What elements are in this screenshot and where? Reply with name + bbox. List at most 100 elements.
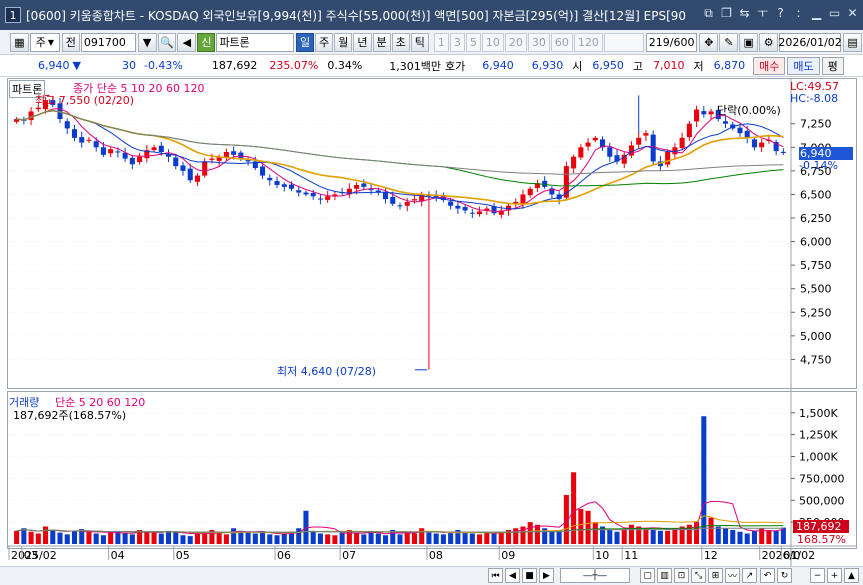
x-tick-label: 11 bbox=[624, 549, 638, 562]
calendar-icon[interactable]: ▤ bbox=[843, 32, 862, 52]
volume-bar bbox=[621, 529, 627, 544]
cross-tool-icon[interactable]: ✥ bbox=[699, 32, 719, 52]
eval-button[interactable]: 평 bbox=[821, 56, 844, 75]
pin-icon[interactable]: ㅜ bbox=[756, 6, 769, 21]
stock-code-input[interactable]: 091700 bbox=[80, 32, 136, 52]
volume-bar bbox=[296, 528, 302, 544]
volume-tick-label: 1,000K bbox=[799, 451, 838, 464]
interval-5[interactable]: 5 bbox=[465, 32, 481, 52]
tab-month[interactable]: 월 bbox=[334, 32, 353, 52]
interval-3[interactable]: 3 bbox=[449, 32, 465, 52]
price-tick-label: 7,250 bbox=[800, 118, 832, 131]
stop-button[interactable]: ■ bbox=[522, 568, 537, 583]
scroll-next-button[interactable]: ▶ bbox=[539, 568, 554, 583]
tab-year[interactable]: 년 bbox=[353, 32, 372, 52]
minimize-icon[interactable]: ▁ bbox=[810, 6, 823, 21]
low-price: 6,870 bbox=[713, 59, 746, 72]
volume-bar bbox=[491, 533, 497, 544]
x-tick-label: 03 bbox=[24, 549, 38, 562]
tab-day[interactable]: 일 bbox=[296, 32, 315, 52]
zoom-in-button[interactable]: + bbox=[827, 568, 842, 583]
period-select[interactable]: 주 ▼ bbox=[29, 32, 60, 52]
count-field[interactable]: 219/600 bbox=[645, 32, 698, 52]
help-icon[interactable]: ? bbox=[774, 6, 787, 21]
candle-body bbox=[679, 137, 685, 149]
close-icon[interactable]: ✕ bbox=[846, 6, 859, 21]
candle-body bbox=[759, 142, 765, 148]
x-tick-label: 09 bbox=[501, 549, 515, 562]
candle-body bbox=[397, 205, 403, 207]
tab-week[interactable]: 주 bbox=[315, 32, 334, 52]
trend-icon[interactable]: 〰 bbox=[725, 568, 740, 583]
volume-bar bbox=[122, 533, 128, 544]
search-icon[interactable]: 🔍 bbox=[157, 32, 177, 52]
volume-bar bbox=[643, 528, 649, 544]
volume-last-pct: 168.57% bbox=[797, 533, 846, 546]
compare-icon[interactable]: ⊡ bbox=[674, 568, 689, 583]
new-window-icon[interactable]: ❐ bbox=[720, 6, 733, 21]
speaker-icon[interactable]: ◀ bbox=[177, 32, 197, 52]
tab-tick[interactable]: 틱 bbox=[410, 32, 429, 52]
restore-icon[interactable]: ▭ bbox=[828, 6, 841, 21]
candle-body bbox=[317, 198, 323, 200]
x-tick-label: 10 bbox=[595, 549, 609, 562]
interval-20[interactable]: 20 bbox=[504, 32, 527, 52]
volume-last-label: 187,692 bbox=[793, 520, 849, 533]
date-field[interactable]: 2026/01/02 bbox=[778, 32, 842, 52]
zoom-slider[interactable]: ―┼― bbox=[560, 568, 630, 583]
zoom-out-button[interactable]: − bbox=[810, 568, 825, 583]
volume-bar bbox=[339, 532, 345, 544]
zoom-fit-icon[interactable]: ▢ bbox=[640, 568, 655, 583]
interval-input[interactable] bbox=[603, 32, 644, 52]
save-icon[interactable]: ▣ bbox=[739, 32, 759, 52]
indicator-icon[interactable]: ↗ bbox=[742, 568, 757, 583]
interval-1[interactable]: 1 bbox=[433, 32, 449, 52]
volume-bar bbox=[158, 533, 164, 544]
buy-button[interactable]: 매수 bbox=[753, 56, 786, 75]
candle-body bbox=[108, 149, 114, 154]
candle-body bbox=[708, 111, 714, 115]
candle-body bbox=[64, 121, 70, 129]
interval-30[interactable]: 30 bbox=[527, 32, 550, 52]
candle-body bbox=[173, 157, 179, 167]
candle-body bbox=[571, 156, 577, 169]
volume-bar bbox=[592, 522, 598, 544]
volume-bar bbox=[737, 531, 743, 544]
candle-body bbox=[751, 139, 757, 148]
tab-second[interactable]: 초 bbox=[391, 32, 410, 52]
gear-icon[interactable]: ⚙ bbox=[759, 32, 779, 52]
candle-body bbox=[469, 212, 475, 214]
x-tick-label: 05 bbox=[176, 549, 190, 562]
volume-bar bbox=[614, 531, 620, 544]
title-bar: 1 [0600] 키움종합차트 - KOSDAQ 외국인보유[9,994(천)]… bbox=[0, 0, 863, 30]
tab-minute[interactable]: 분 bbox=[372, 32, 391, 52]
undo-icon[interactable]: ↶ bbox=[760, 568, 775, 583]
sell-button[interactable]: 매도 bbox=[787, 56, 820, 75]
screen-copy-icon[interactable]: ⧉ bbox=[702, 6, 715, 21]
chart-svg[interactable]: 7,2507,0006,7506,5006,2506,0005,7505,500… bbox=[7, 78, 857, 568]
interval-60[interactable]: 60 bbox=[550, 32, 573, 52]
expand-icon[interactable]: ⤡ bbox=[691, 568, 706, 583]
candle-body bbox=[79, 137, 85, 143]
interval-120[interactable]: 120 bbox=[573, 32, 603, 52]
candle-body bbox=[325, 196, 331, 200]
reset-icon[interactable]: ↻ bbox=[777, 568, 792, 583]
layout-icon[interactable]: ▦ bbox=[10, 32, 29, 52]
drawing-tool-icon[interactable]: ✎ bbox=[719, 32, 739, 52]
link-icon[interactable]: ⇆ bbox=[738, 6, 751, 21]
scroll-first-button[interactable]: ⏮ bbox=[488, 568, 503, 583]
code-dropdown-icon[interactable]: ▼ bbox=[137, 32, 157, 52]
price-tick-label: 5,500 bbox=[800, 283, 832, 296]
candle-body bbox=[231, 151, 237, 155]
grid-icon[interactable]: ⊞ bbox=[708, 568, 723, 583]
volume-bar bbox=[751, 530, 757, 544]
interval-10[interactable]: 10 bbox=[481, 32, 504, 52]
chart-area[interactable]: 7,2507,0006,7506,5006,2506,0005,7505,500… bbox=[7, 78, 857, 568]
all-market-button[interactable]: 전 bbox=[61, 32, 80, 52]
zoom-reset-button[interactable]: ▲ bbox=[844, 568, 859, 583]
separator-icon: : bbox=[796, 6, 801, 20]
price-tick-label: 6,000 bbox=[800, 236, 832, 249]
split-icon[interactable]: ▥ bbox=[657, 568, 672, 583]
scroll-prev-button[interactable]: ◀ bbox=[505, 568, 520, 583]
volume-bar bbox=[469, 533, 475, 544]
